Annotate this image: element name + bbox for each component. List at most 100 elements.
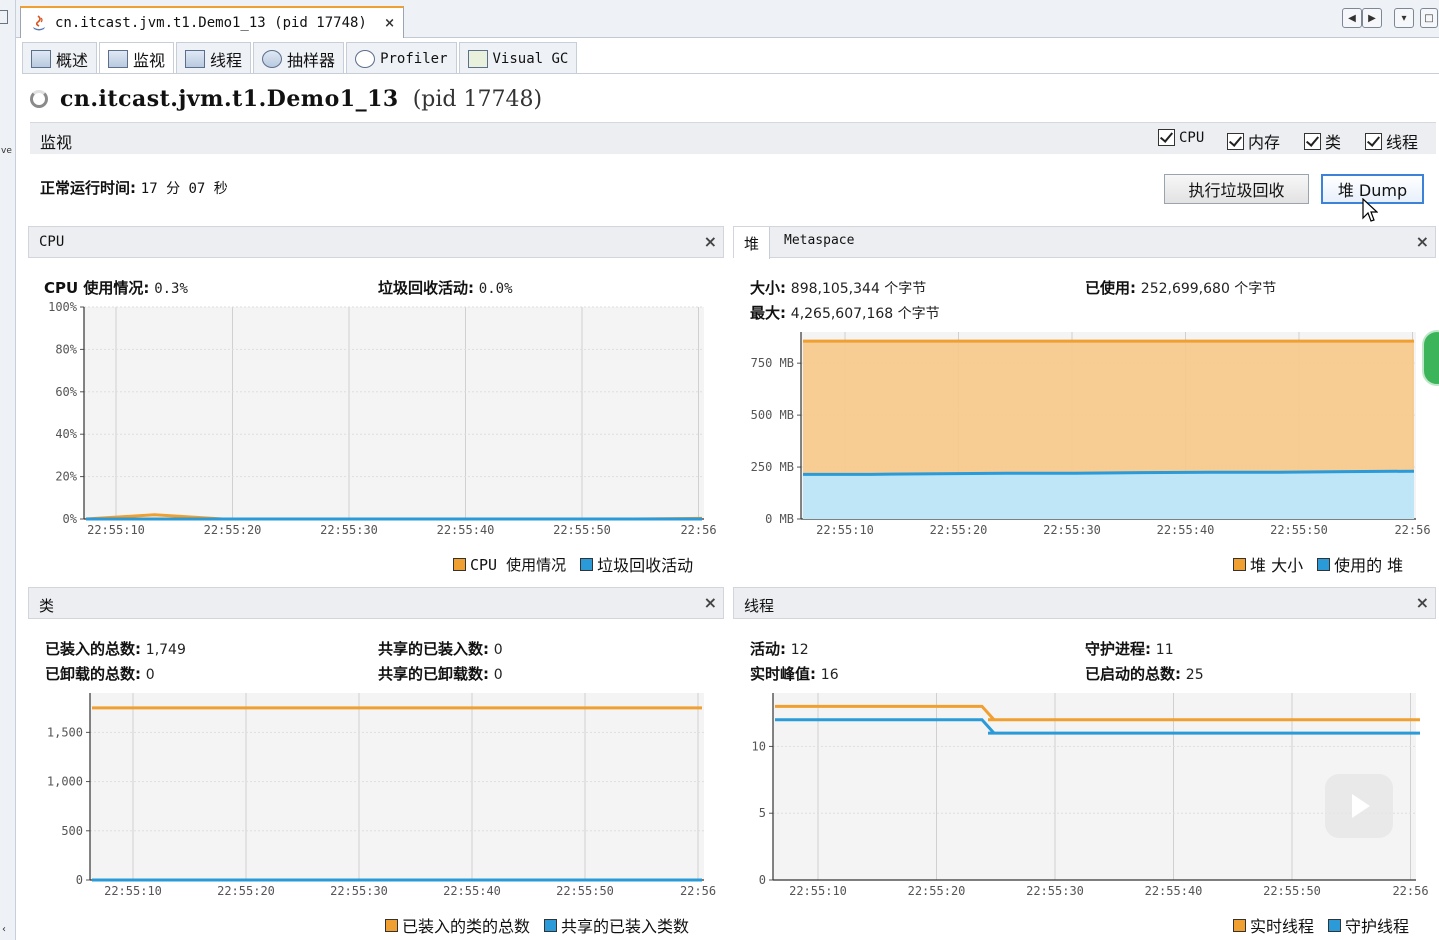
tab-sampler-label: 抽样器 [287,50,336,70]
shared-unloaded-stat: 共享的已卸载数: 0 [378,663,503,684]
x-tick-label: 22:56 [680,523,716,537]
plot-area [90,693,704,880]
checkbox-memory-label: 内存 [1248,133,1281,152]
y-tick-label: 1,000 [47,775,83,789]
overview-icon [31,49,51,68]
classes-legend: 已装入的类的总数 共享的已装入类数 [371,913,689,937]
legend-label-cpu: CPU 使用情况 [470,555,567,574]
visualvm-window: ve ‹ cn.itcast.jvm.t1.Demo1_13 (pid 1774… [0,0,1439,940]
heap-used-label: 已使用: [1085,279,1136,297]
threads-panel: 线程 × 活动: 12 实时峰值: 16 守护进程: 11 已启动的总数: 25… [733,587,1436,937]
app-pid: (pid 17748) [412,86,543,112]
legend-swatch-shared [544,918,558,932]
tab-metaspace[interactable]: Metaspace [774,227,864,259]
tab-overview[interactable]: 概述 [22,42,98,74]
close-classes-panel-icon[interactable]: × [704,593,717,612]
y-tick-label: 10 [752,739,766,753]
checkbox-classes-box[interactable] [1304,132,1321,150]
tab-monitor[interactable]: 监视 [99,42,175,74]
unloaded-classes-stat: 已卸载的总数: 0 [45,663,155,684]
collapse-handle[interactable] [0,10,8,24]
checkbox-threads[interactable]: 线程 [1365,129,1418,153]
x-tick-label: 22:55:20 [930,523,988,537]
legend-label-shared: 共享的已装入类数 [561,917,690,936]
legend-label-heap-used: 使用的 堆 [1334,556,1404,575]
tab-divider [22,73,1439,74]
live-threads-label: 活动: [750,640,786,658]
legend-swatch-cpu [453,557,466,571]
close-cpu-panel-icon[interactable]: × [704,232,717,251]
mouse-cursor-icon [1362,198,1378,222]
unloaded-classes-label: 已卸载的总数: [45,665,141,683]
x-tick-label: 22:55:10 [816,523,874,537]
close-tab-icon[interactable]: × [384,16,395,31]
monitor-label: 监视 [40,133,73,152]
y-tick-label: 0 MB [765,512,794,526]
checkbox-classes-label: 类 [1325,133,1342,152]
x-tick-label: 22:55:50 [553,523,611,537]
video-play-overlay-icon[interactable] [1325,774,1393,838]
uptime-value: 17 分 07 秒 [140,181,228,197]
y-tick-label: 20% [55,470,77,484]
heap-max-value: 4,265,607,168 个字节 [790,306,940,322]
classes-chart: 22:55:10 22:55:20 22:55:30 22:55:40 22:55:50… [47,693,716,898]
page-title: cn.itcast.jvm.t1.Demo1_13 (pid 17748) [30,86,542,112]
checkbox-memory[interactable]: 内存 [1227,129,1280,153]
peak-threads-value: 16 [820,667,839,683]
y-tick-label: 0 [76,873,83,887]
heap-max-stat: 最大: 4,265,607,168 个字节 [750,302,940,323]
y-tick-label: 40% [55,427,77,441]
x-tick-label: 22:55:30 [330,884,388,898]
tab-visual-gc[interactable]: Visual GC [458,42,578,74]
y-tick-label: 500 MB [751,408,794,422]
daemon-threads-stat: 守护进程: 11 [1085,638,1174,659]
y-tick-label: 60% [55,385,77,399]
scroll-tabs-right-icon[interactable]: ▶ [1362,8,1382,28]
profiler-icon [355,49,376,68]
heap-size-label: 大小: [750,279,786,297]
tab-threads[interactable]: 线程 [176,42,252,74]
x-tick-label: 22:55:20 [204,523,262,537]
cpu-usage-label: CPU 使用情况: [44,279,150,297]
x-tick-label: 22:56 [1392,884,1428,898]
tab-profiler[interactable]: Profiler [346,42,457,74]
document-tab[interactable]: cn.itcast.jvm.t1.Demo1_13 (pid 17748) × [20,6,404,38]
x-tick-label: 22:55:20 [217,884,275,898]
tab-profiler-label: Profiler [380,50,448,67]
maximize-window-icon[interactable]: □ [1420,8,1438,28]
y-tick-label: 80% [55,342,77,356]
x-tick-label: 22:55:10 [87,523,145,537]
checkbox-memory-box[interactable] [1227,132,1244,150]
floating-badge-icon[interactable] [1422,330,1439,386]
cpu-legend: CPU 使用情况 垃圾回收活动 [439,552,693,576]
shared-loaded-label: 共享的已装入数: [378,640,489,658]
heap-panel: 堆 Metaspace × 大小: 898,105,344 个字节 已使用: 2… [733,226,1436,576]
checkbox-cpu-box[interactable] [1158,129,1175,146]
uptime-label: 正常运行时间: [40,179,136,197]
shared-loaded-value: 0 [493,642,503,658]
heap-size-stat: 大小: 898,105,344 个字节 [750,277,926,298]
checkbox-threads-label: 线程 [1386,133,1419,152]
scroll-left-icon[interactable]: ‹ [2,924,6,935]
checkbox-cpu[interactable]: CPU [1158,129,1204,146]
scroll-tabs-left-icon[interactable]: ◀ [1342,8,1362,28]
cpu-usage-value: 0.3% [154,281,188,297]
tab-threads-label: 线程 [210,50,243,70]
cpu-panel-title: CPU [39,234,65,250]
close-heap-panel-icon[interactable]: × [1416,232,1429,251]
heap-legend: 堆 大小 使用的 堆 [1219,552,1403,576]
left-side-panel: ve ‹ [0,0,16,940]
x-tick-label: 22:55:40 [1145,884,1203,898]
tab-sampler[interactable]: 抽样器 [253,42,345,74]
tab-list-dropdown-icon[interactable]: ▾ [1394,8,1414,28]
y-tick-label: 250 MB [751,460,794,474]
checkbox-threads-box[interactable] [1365,132,1382,150]
close-threads-panel-icon[interactable]: × [1416,593,1429,612]
checkbox-classes[interactable]: 类 [1304,129,1341,153]
daemon-threads-label: 守护进程: [1085,640,1151,658]
perform-gc-button[interactable]: 执行垃圾回收 [1164,174,1309,204]
tab-heap[interactable]: 堆 [734,227,771,259]
checkbox-cpu-label: CPU [1179,129,1205,146]
y-tick-label: 0 [759,873,766,887]
cpu-panel-header: CPU × [28,226,724,258]
